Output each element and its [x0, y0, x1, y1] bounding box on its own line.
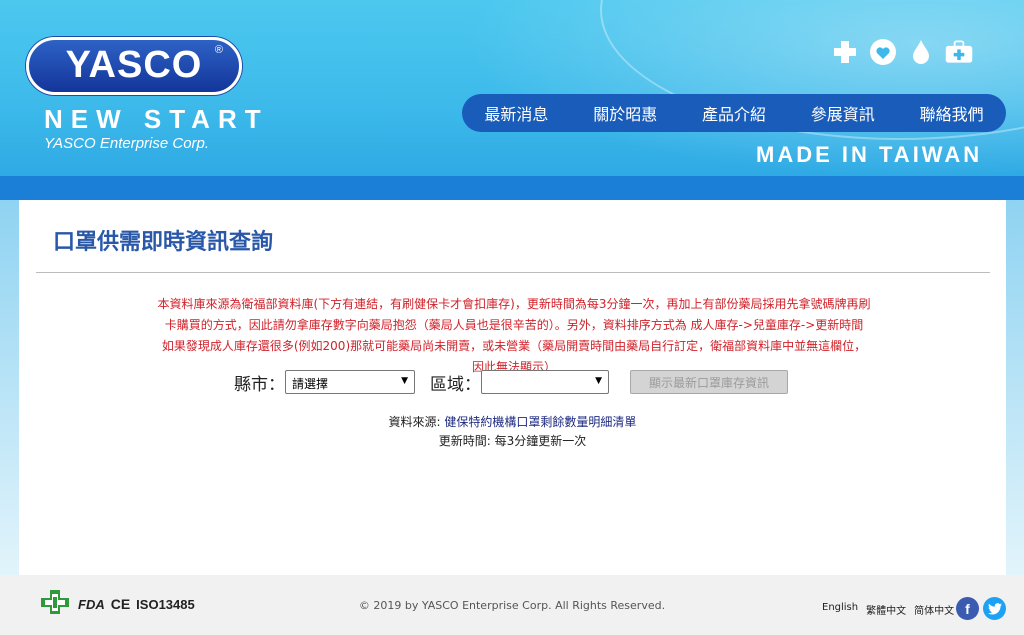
district-select[interactable]: ▼ — [481, 370, 609, 394]
brand-corp-name: YASCO Enterprise Corp. — [44, 135, 210, 152]
logo-text: YASCO — [65, 44, 203, 86]
nav-item-news[interactable]: 最新消息 — [484, 101, 548, 125]
show-stock-button[interactable]: 顯示最新口罩庫存資訊 — [630, 370, 788, 394]
chevron-down-icon: ▼ — [595, 376, 602, 386]
county-select-value: 請選擇 — [292, 377, 329, 391]
language-switcher: English 繁體中文 简体中文 — [822, 602, 954, 617]
site-header: YASCO ® NEW START YASCO Enterprise Corp.… — [0, 0, 1024, 200]
lang-simplified-chinese[interactable]: 简体中文 — [914, 602, 954, 617]
brand-logo[interactable]: YASCO ® — [26, 37, 242, 95]
social-links: f — [956, 597, 1006, 620]
chevron-down-icon: ▼ — [401, 376, 408, 386]
nav-item-exhibitions[interactable]: 參展資訊 — [811, 101, 875, 125]
data-source: 資料來源: 健保特約機構口罩剩餘數量明細清單 — [19, 413, 1006, 430]
drop-icon — [906, 37, 936, 67]
facebook-icon[interactable]: f — [956, 597, 979, 620]
brand-tagline: NEW START — [44, 104, 269, 134]
district-label: 區域： — [430, 374, 481, 395]
side-decoration-right — [1006, 200, 1024, 575]
content-card: 口罩供需即時資訊查詢 本資料庫來源為衛福部資料庫(下方有連結，有刷健保卡才會扣庫… — [19, 200, 1006, 575]
nav-item-products[interactable]: 產品介紹 — [702, 101, 766, 125]
side-decoration-left — [0, 200, 20, 575]
twitter-icon[interactable] — [983, 597, 1006, 620]
nav-item-contact[interactable]: 聯絡我們 — [920, 101, 984, 125]
header-icons — [830, 37, 974, 67]
source-link[interactable]: 健保特約機構口罩剩餘數量明細清單 — [444, 415, 636, 429]
heart-icon — [868, 37, 898, 67]
county-label: 縣市： — [234, 374, 285, 395]
lang-english[interactable]: English — [822, 602, 858, 617]
title-divider — [36, 272, 990, 273]
notice-line: 如果發現成人庫存還很多(例如200)那就可能藥局尚未開賣，或未營業（藥局開賣時間… — [161, 339, 867, 353]
lang-traditional-chinese[interactable]: 繁體中文 — [866, 602, 906, 617]
notice-text: 本資料庫來源為衛福部資料庫(下方有連結，有刷健保卡才會扣庫存)，更新時間為每3分… — [119, 294, 909, 378]
first-aid-kit-icon — [944, 37, 974, 67]
notice-line: 本資料庫來源為衛福部資料庫(下方有連結，有刷健保卡才會扣庫存)，更新時間為每3分… — [157, 297, 871, 311]
made-in-taiwan: MADE IN TAIWAN — [756, 142, 983, 167]
nav-item-about[interactable]: 關於昭惠 — [593, 101, 657, 125]
page-title: 口罩供需即時資訊查詢 — [53, 230, 274, 255]
site-footer: FDA CE ISO13485 © 2019 by YASCO Enterpri… — [0, 575, 1024, 635]
header-band — [0, 176, 1024, 200]
update-frequency: 更新時間: 每3分鐘更新一次 — [438, 434, 587, 448]
source-label: 資料來源: — [388, 415, 441, 429]
registered-mark: ® — [214, 44, 223, 56]
main-nav: 最新消息 關於昭惠 產品介紹 參展資訊 聯絡我們 — [462, 94, 1006, 132]
county-select[interactable]: 請選擇 ▼ — [285, 370, 415, 394]
query-controls: 縣市： 請選擇 ▼ 區域： ▼ 顯示最新口罩庫存資訊 — [234, 369, 788, 395]
notice-line: 卡購買的方式，因此請勿拿庫存數字向藥局抱怨（藥局人員也是很辛苦的）。另外，資料排… — [164, 318, 864, 332]
plus-icon — [830, 37, 860, 67]
